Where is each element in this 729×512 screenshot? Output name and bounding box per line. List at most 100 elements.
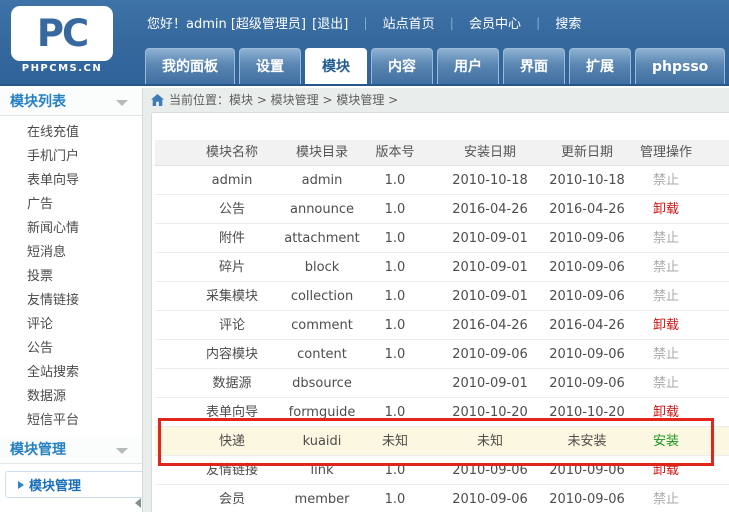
arrow-right-icon [18, 481, 24, 489]
phpcms-admin-window: PC PHPCMS.CN 您好！admin [超级管理员] [退出] | 站点首… [0, 0, 729, 512]
table-row: 碎片 block 1.0 2010-09-01 2010-09-06 禁止 [155, 253, 729, 282]
tab-content[interactable]: 内容 [371, 48, 433, 84]
action-link[interactable]: 禁止 [653, 369, 679, 398]
sidebar-item-comment[interactable]: 评论 [0, 313, 142, 337]
action-link[interactable]: 卸载 [653, 311, 679, 340]
module-dir-cell: member [295, 485, 350, 512]
version-cell: 1.0 [385, 311, 406, 340]
module-dir-cell: attachment [284, 224, 360, 253]
module-dir-cell: kuaidi [303, 427, 342, 456]
action-link[interactable]: 禁止 [653, 340, 679, 369]
module-dir-cell: collection [291, 282, 353, 311]
column-header: 模块名称 [206, 140, 258, 166]
sidebar-item-vote[interactable]: 投票 [0, 265, 142, 289]
sidebar-section-module-list[interactable]: 模块列表 [0, 88, 142, 116]
sidebar-item-sms-platform[interactable]: 短信平台 [0, 409, 142, 433]
column-header: 安装日期 [464, 140, 516, 166]
sidebar-item-form-wizard[interactable]: 表单向导 [0, 169, 142, 193]
action-link[interactable]: 安装 [653, 427, 679, 456]
version-cell: 1.0 [385, 282, 406, 311]
update-date-cell: 2010-09-06 [549, 369, 625, 398]
table-row: 公告 announce 1.0 2016-04-26 2016-04-26 卸载 [155, 195, 729, 224]
table-header: 模块名称 模块目录 版本号 安装日期 更新日期 管理操作 [155, 140, 729, 166]
update-date-cell: 未安装 [567, 427, 606, 456]
sidebar-item-news-mood[interactable]: 新闻心情 [0, 217, 142, 241]
module-name-cell: 表单向导 [206, 398, 258, 427]
column-header: 管理操作 [640, 140, 692, 166]
version-cell: 1.0 [385, 166, 406, 195]
breadcrumb-path[interactable]: 当前位置：模块 > 模块管理 > 模块管理 > [169, 91, 398, 108]
table-row: 附件 attachment 1.0 2010-09-01 2010-09-06 … [155, 224, 729, 253]
search-link[interactable]: 搜索 [555, 17, 581, 32]
version-cell: 1.0 [385, 485, 406, 512]
sidebar-item-site-search[interactable]: 全站搜索 [0, 361, 142, 385]
sidebar-collapse-icon[interactable] [135, 498, 141, 508]
logo[interactable]: PC [11, 6, 113, 61]
sidebar-section-module-manage[interactable]: 模块管理 [0, 436, 142, 464]
sidebar-section-title: 模块列表 [10, 94, 66, 110]
action-link[interactable]: 卸载 [653, 195, 679, 224]
install-date-cell: 2010-09-06 [452, 485, 528, 512]
action-link[interactable]: 禁止 [653, 224, 679, 253]
update-date-cell: 2010-09-06 [549, 456, 625, 485]
tab-settings[interactable]: 设置 [239, 48, 301, 84]
sidebar-list: 在线充值 手机门户 表单向导 广告 新闻心情 短消息 投票 友情链接 评论 公告… [0, 116, 142, 436]
tab-module[interactable]: 模块 [305, 48, 367, 84]
module-name-cell: 快递 [219, 427, 245, 456]
home-icon [151, 94, 164, 106]
sidebar-item-announce[interactable]: 公告 [0, 337, 142, 361]
header: PC PHPCMS.CN 您好！admin [超级管理员] [退出] | 站点首… [0, 0, 729, 86]
tab-extension[interactable]: 扩展 [569, 48, 631, 84]
sidebar-item-friend-links[interactable]: 友情链接 [0, 289, 142, 313]
tab-user[interactable]: 用户 [437, 48, 499, 84]
module-dir-cell: admin [302, 166, 343, 195]
sidebar-item-online-recharge[interactable]: 在线充值 [0, 121, 142, 145]
chevron-down-icon [116, 448, 128, 454]
table-row: 采集模块 collection 1.0 2010-09-01 2010-09-0… [155, 282, 729, 311]
module-name-cell: 附件 [219, 224, 245, 253]
table-row: 数据源 dbsource 2010-09-01 2010-09-06 禁止 [155, 369, 729, 398]
version-cell: 1.0 [385, 224, 406, 253]
version-cell: 1.0 [385, 398, 406, 427]
tab-dashboard[interactable]: 我的面板 [145, 48, 235, 84]
logo-caption: PHPCMS.CN [6, 63, 118, 74]
install-date-cell: 2010-09-01 [452, 253, 528, 282]
action-link[interactable]: 禁止 [653, 166, 679, 195]
user-bar: 您好！admin [超级管理员] [退出] | 站点首页 | 会员中心 | 搜索 [147, 13, 583, 32]
member-center-link[interactable]: 会员中心 [469, 17, 521, 32]
module-name-cell: 碎片 [219, 253, 245, 282]
module-table: 模块名称 模块目录 版本号 安装日期 更新日期 管理操作 admin admin… [155, 140, 729, 512]
sidebar-item-dbsource[interactable]: 数据源 [0, 385, 142, 409]
action-link[interactable]: 卸载 [653, 398, 679, 427]
sidebar-section-title: 模块管理 [10, 442, 66, 458]
tab-interface[interactable]: 界面 [503, 48, 565, 84]
action-link[interactable]: 卸载 [653, 456, 679, 485]
action-link[interactable]: 禁止 [653, 282, 679, 311]
chevron-down-icon [116, 100, 128, 106]
user-greeting: 您好！admin [超级管理员] [147, 17, 306, 32]
table-row: admin admin 1.0 2010-10-18 2010-10-18 禁止 [155, 166, 729, 195]
install-date-cell: 2010-09-01 [452, 282, 528, 311]
tab-phpsso[interactable]: phpsso [635, 48, 725, 84]
install-date-cell: 2010-10-20 [452, 398, 528, 427]
install-date-cell: 未知 [477, 427, 503, 456]
table-row: 评论 comment 1.0 2016-04-26 2016-04-26 卸载 [155, 311, 729, 340]
version-cell: 1.0 [385, 340, 406, 369]
logout-link[interactable]: [退出] [312, 17, 348, 32]
sidebar-item-ads[interactable]: 广告 [0, 193, 142, 217]
action-link[interactable]: 禁止 [653, 253, 679, 282]
module-name-cell: 友情链接 [206, 456, 258, 485]
install-date-cell: 2010-09-06 [452, 456, 528, 485]
divider: | [536, 16, 540, 30]
action-link[interactable]: 禁止 [653, 485, 679, 512]
divider: | [450, 16, 454, 30]
sidebar-item-mobile-portal[interactable]: 手机门户 [0, 145, 142, 169]
update-date-cell: 2016-04-26 [549, 311, 625, 340]
module-name-cell: 会员 [219, 485, 245, 512]
sidebar-item-short-message[interactable]: 短消息 [0, 241, 142, 265]
sidebar-item-module-manage[interactable]: 模块管理 [5, 471, 142, 498]
site-home-link[interactable]: 站点首页 [383, 17, 435, 32]
table-row-highlighted: 快递 kuaidi 未知 未知 未安装 安装 [155, 427, 729, 456]
version-cell: 1.0 [385, 195, 406, 224]
update-date-cell: 2010-09-06 [549, 340, 625, 369]
